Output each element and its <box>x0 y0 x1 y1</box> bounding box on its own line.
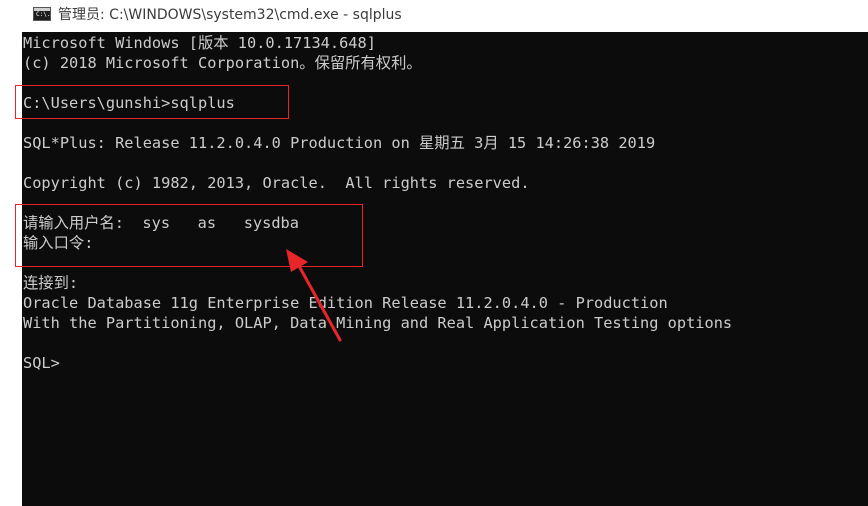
console-line-options: With the Partitioning, OLAP, Data Mining… <box>23 314 733 332</box>
console-line-connected: 连接到: <box>23 274 79 292</box>
login-highlight-box <box>15 204 363 267</box>
title-bar[interactable]: C:\. 管理员: C:\WINDOWS\system32\cmd.exe - … <box>0 0 868 32</box>
cmd-console-icon: C:\. <box>33 7 51 21</box>
console-line-copyright-ms: (c) 2018 Microsoft Corporation。保留所有权利。 <box>23 54 422 72</box>
console-line-copyright-oracle: Copyright (c) 1982, 2013, Oracle. All ri… <box>23 174 530 192</box>
console-line-database-edition: Oracle Database 11g Enterprise Edition R… <box>23 294 668 312</box>
window-title: 管理员: C:\WINDOWS\system32\cmd.exe - sqlpl… <box>58 7 402 23</box>
console-line-sqlplus-release: SQL*Plus: Release 11.2.0.4.0 Production … <box>23 134 656 152</box>
command-highlight-box <box>15 85 289 119</box>
icon-glyph: C:\. <box>36 11 51 18</box>
console-line-version: Microsoft Windows [版本 10.0.17134.648] <box>23 34 376 52</box>
cmd-window: C:\. 管理员: C:\WINDOWS\system32\cmd.exe - … <box>0 0 868 506</box>
sql-prompt[interactable]: SQL> <box>23 353 60 373</box>
